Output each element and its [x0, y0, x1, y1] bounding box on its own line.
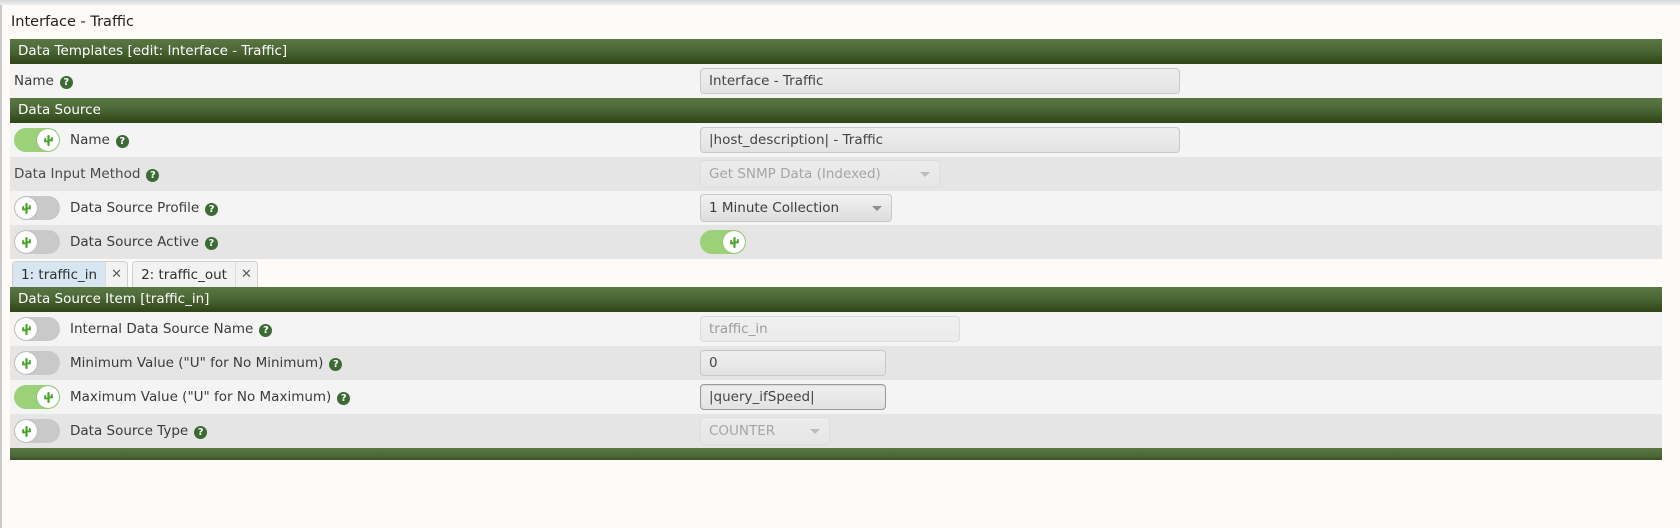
cactus-icon	[21, 202, 31, 214]
data-source-type-select: COUNTER	[700, 417, 830, 445]
internal-ds-name-input[interactable]	[700, 316, 960, 342]
select-value: 1 Minute Collection	[709, 200, 840, 216]
tab-label: 2: traffic_out	[133, 262, 235, 287]
row-data-source-active: Data Source Active ?	[10, 225, 1662, 259]
help-icon[interactable]: ?	[205, 202, 219, 216]
row-label-data-source-profile: Data Source Profile ?	[70, 200, 219, 216]
toggle-minimum-value[interactable]	[14, 351, 60, 375]
label-text: Internal Data Source Name	[70, 321, 254, 337]
chevron-down-icon	[872, 206, 882, 211]
page-content: Interface - Traffic Data Templates [edit…	[2, 5, 1680, 528]
template-name-input[interactable]	[700, 68, 1180, 94]
row-label-maximum-value: Maximum Value ("U" for No Maximum) ?	[70, 389, 351, 405]
cactus-icon	[43, 134, 53, 146]
toggle-internal-ds-name[interactable]	[14, 317, 60, 341]
toggle-knob	[37, 386, 59, 408]
label-text: Data Input Method	[14, 166, 141, 182]
label-text: Name	[70, 132, 110, 148]
toggle-knob	[15, 352, 37, 374]
field-minimum-value	[700, 350, 886, 376]
help-icon[interactable]: ?	[259, 323, 273, 337]
row-label-data-input-method: Data Input Method ?	[14, 166, 160, 182]
row-label-minimum-value: Minimum Value ("U" for No Minimum) ?	[70, 355, 343, 371]
page-title: Interface - Traffic	[2, 5, 1680, 39]
chevron-down-icon	[920, 172, 930, 177]
label-text: Minimum Value ("U" for No Minimum)	[70, 355, 324, 371]
toggle-knob	[723, 231, 745, 253]
row-maximum-value: Maximum Value ("U" for No Maximum) ?	[10, 380, 1662, 414]
label-text: Data Source Profile	[70, 200, 200, 216]
close-icon[interactable]: ✕	[234, 262, 257, 287]
cactus-icon	[43, 391, 53, 403]
field-maximum-value	[700, 384, 886, 410]
field-data-source-active	[700, 230, 746, 254]
help-icon[interactable]: ?	[204, 236, 218, 250]
field-data-source-profile: 1 Minute Collection	[700, 194, 892, 222]
label-text: Data Source Type	[70, 423, 189, 439]
section-header-data-source: Data Source	[10, 98, 1662, 123]
minimum-value-input[interactable]	[700, 350, 886, 376]
ds-name-input[interactable]	[700, 127, 1180, 153]
row-data-source-type: Data Source Type ? COUNTER	[10, 414, 1662, 448]
toggle-knob	[15, 197, 37, 219]
field-template-name	[700, 68, 1180, 94]
tab-traffic-in[interactable]: 1: traffic_in ✕	[12, 261, 129, 287]
tab-label: 1: traffic_in	[13, 262, 106, 287]
field-data-source-type: COUNTER	[700, 417, 830, 445]
bottom-section-bar	[10, 448, 1662, 460]
select-value: COUNTER	[709, 423, 776, 439]
data-source-profile-select[interactable]: 1 Minute Collection	[700, 194, 892, 222]
row-template-name: Name ?	[10, 64, 1662, 98]
toggle-knob	[15, 318, 37, 340]
row-data-input-method: Data Input Method ? Get SNMP Data (Index…	[10, 157, 1662, 191]
maximum-value-input[interactable]	[700, 384, 886, 410]
cactus-icon	[21, 425, 31, 437]
label-text: Maximum Value ("U" for No Maximum)	[70, 389, 332, 405]
row-label-internal-ds-name: Internal Data Source Name ?	[70, 321, 273, 337]
toggle-knob	[37, 129, 59, 151]
toggle-knob	[15, 420, 37, 442]
help-icon[interactable]: ?	[337, 391, 351, 405]
toggle-maximum-value[interactable]	[14, 385, 60, 409]
help-icon[interactable]: ?	[194, 425, 208, 439]
cactus-icon	[21, 236, 31, 248]
row-label-ds-name: Name ?	[70, 132, 129, 148]
section-header-data-source-item: Data Source Item [traffic_in]	[10, 287, 1662, 312]
field-ds-name	[700, 127, 1180, 153]
data-input-method-select: Get SNMP Data (Indexed)	[700, 160, 940, 188]
field-internal-ds-name	[700, 316, 960, 342]
help-icon[interactable]: ?	[146, 168, 160, 182]
row-label-template-name: Name ?	[14, 73, 73, 89]
row-ds-name: Name ?	[10, 123, 1662, 157]
help-icon[interactable]: ?	[115, 134, 129, 148]
chevron-down-icon	[810, 429, 820, 434]
row-internal-ds-name: Internal Data Source Name ?	[10, 312, 1662, 346]
help-icon[interactable]: ?	[329, 357, 343, 371]
cactus-icon	[729, 236, 739, 248]
section-header-data-templates: Data Templates [edit: Interface - Traffi…	[10, 39, 1662, 64]
toggle-data-source-profile[interactable]	[14, 196, 60, 220]
row-label-data-source-type: Data Source Type ?	[70, 423, 208, 439]
page-root: Interface - Traffic Data Templates [edit…	[0, 0, 1680, 528]
row-label-data-source-active: Data Source Active ?	[70, 234, 218, 250]
row-minimum-value: Minimum Value ("U" for No Minimum) ?	[10, 346, 1662, 380]
cactus-icon	[21, 323, 31, 335]
field-data-input-method: Get SNMP Data (Indexed)	[700, 160, 940, 188]
tab-traffic-out[interactable]: 2: traffic_out ✕	[132, 261, 258, 287]
data-source-item-tabs: 1: traffic_in ✕ 2: traffic_out ✕	[10, 259, 1662, 287]
help-icon[interactable]: ?	[59, 75, 73, 89]
close-icon[interactable]: ✕	[105, 262, 128, 287]
row-data-source-profile: Data Source Profile ? 1 Minute Collectio…	[10, 191, 1662, 225]
label-text: Data Source Active	[70, 234, 199, 250]
select-value: Get SNMP Data (Indexed)	[709, 166, 881, 182]
toggle-knob	[15, 231, 37, 253]
data-source-active-toggle[interactable]	[700, 230, 746, 254]
cactus-icon	[21, 357, 31, 369]
label-text: Name	[14, 73, 54, 89]
toggle-data-source-type[interactable]	[14, 419, 60, 443]
toggle-data-source-active-row[interactable]	[14, 230, 60, 254]
toggle-ds-name[interactable]	[14, 128, 60, 152]
